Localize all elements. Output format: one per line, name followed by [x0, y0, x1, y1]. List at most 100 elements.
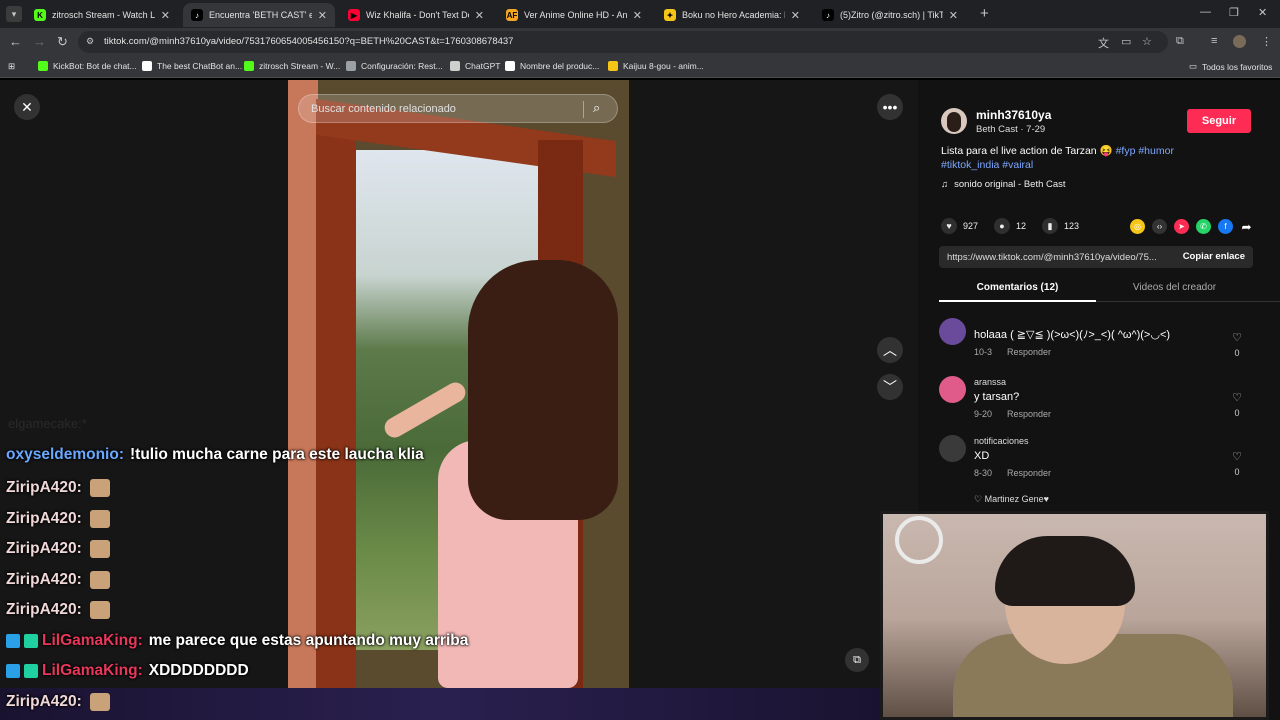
- menu-icon[interactable]: ⋮: [1261, 35, 1272, 48]
- reply-button[interactable]: Responder: [1007, 409, 1051, 419]
- tab-close-icon[interactable]: ✕: [633, 9, 642, 22]
- comment-button[interactable]: ● 12: [994, 218, 1026, 234]
- chat-username: oxyseldemonio:: [6, 446, 124, 463]
- miniplayer-button[interactable]: ⧉: [845, 648, 869, 672]
- next-video-button[interactable]: ﹀: [877, 374, 903, 400]
- comment-username[interactable]: notificaciones: [974, 436, 1029, 446]
- tab-close-icon[interactable]: ✕: [475, 9, 484, 22]
- emote-icon: [89, 601, 110, 619]
- facebook-icon[interactable]: f: [1218, 219, 1233, 234]
- browser-tab[interactable]: Kzitrosch Stream - Watch Live on ✕: [26, 3, 178, 27]
- bookmark-label: Configuración: Rest...: [361, 61, 443, 71]
- tab-title: Boku no Hero Academia: Final S: [682, 10, 785, 20]
- reply-button[interactable]: Responder: [1007, 347, 1051, 357]
- related-search-bar[interactable]: ⌕: [298, 94, 618, 123]
- browser-tab[interactable]: ✦ Boku no Hero Academia: Final S ✕: [656, 3, 808, 27]
- more-options-button[interactable]: •••: [877, 94, 903, 120]
- related-search-input[interactable]: [311, 101, 571, 117]
- search-divider: [583, 101, 584, 118]
- close-icon: ✕: [21, 98, 33, 115]
- restore-button[interactable]: ❐: [1229, 6, 1239, 19]
- bookmark-item[interactable]: zitrosch Stream - W...: [244, 61, 340, 71]
- sound-link[interactable]: ♫ sonido original - Beth Cast: [941, 179, 1066, 190]
- comment-avatar[interactable]: [939, 318, 966, 345]
- close-video-button[interactable]: ✕: [14, 94, 40, 120]
- bookmark-item[interactable]: KickBot: Bot de chat...: [38, 61, 137, 71]
- browser-tab[interactable]: ♪ Encuentra 'BETH CAST' en T ✕: [183, 3, 335, 27]
- video-link[interactable]: https://www.tiktok.com/@minh37610ya/vide…: [947, 252, 1167, 263]
- streamer-webcam: [880, 511, 1269, 720]
- tab-creator-videos[interactable]: Videos del creador: [1096, 282, 1253, 293]
- like-count: 927: [963, 221, 979, 231]
- hashtag-link[interactable]: #fyp: [1116, 145, 1136, 157]
- embed-icon[interactable]: ‹›: [1152, 219, 1167, 234]
- forward-button[interactable]: →: [33, 34, 46, 49]
- address-bar[interactable]: ⚙ tiktok.com/@minh37610ya/video/75317606…: [78, 31, 1168, 53]
- chat-message: ZiripA420:: [6, 538, 110, 560]
- heart-icon[interactable]: ♡: [1230, 450, 1244, 463]
- save-button[interactable]: ▮ 123: [1042, 218, 1079, 234]
- chat-text: me parece que estas apuntando muy arriba: [148, 632, 469, 649]
- comment-avatar[interactable]: [939, 376, 966, 403]
- bookmark-item[interactable]: Configuración: Rest...: [346, 61, 443, 71]
- comment-item: notificaciones XD 8-30 Responder ♡ 0: [939, 435, 1259, 491]
- share-arrow-icon[interactable]: ➦: [1239, 219, 1254, 234]
- comment-username[interactable]: aranssa: [974, 377, 1006, 387]
- comment-date: 10-3: [974, 347, 993, 357]
- whatsapp-icon[interactable]: ✆: [1196, 219, 1211, 234]
- heart-icon[interactable]: ♡: [1230, 391, 1244, 404]
- chevron-up-icon: ︿: [883, 342, 897, 358]
- tab-close-icon[interactable]: ✕: [949, 9, 958, 22]
- bookmark-item[interactable]: Kaijuu 8-gou - anim...: [608, 61, 704, 71]
- hashtag-link[interactable]: #tiktok_india: [941, 159, 999, 171]
- tab-search-icon[interactable]: ▾: [6, 6, 22, 22]
- bookmark-item[interactable]: The best ChatBot an...: [142, 61, 242, 71]
- creator-avatar[interactable]: [941, 108, 967, 134]
- webcam-ring-light: [895, 516, 943, 564]
- previous-video-button[interactable]: ︿: [877, 337, 903, 363]
- reply-button[interactable]: Responder: [1007, 468, 1051, 478]
- repost-icon[interactable]: ◎: [1130, 219, 1145, 234]
- like-button[interactable]: ♥ 927: [941, 218, 978, 234]
- browser-tab[interactable]: AF Ver Anime Online HD - AnimeF ✕: [498, 3, 650, 27]
- bookmark-item[interactable]: ChatGPT: [450, 61, 500, 71]
- active-tab-indicator: [939, 300, 1096, 302]
- search-icon[interactable]: ⌕: [593, 100, 600, 116]
- tab-comments[interactable]: Comentarios (12): [939, 282, 1096, 293]
- hashtag-link[interactable]: #vairal: [1002, 159, 1033, 171]
- comment-like-count: 0: [1234, 348, 1240, 358]
- reload-button[interactable]: ↻: [57, 34, 68, 50]
- browser-tab[interactable]: ♪ (5)Zitro (@zitro.sch) | TikTok ✕: [814, 3, 966, 27]
- close-window-button[interactable]: ✕: [1258, 6, 1267, 19]
- tab-favicon-icon: ♪: [191, 9, 203, 21]
- bookmark-star-icon[interactable]: ☆: [1142, 35, 1152, 48]
- minimize-button[interactable]: —: [1200, 6, 1211, 18]
- bookmark-favicon-icon: [38, 61, 48, 71]
- back-button[interactable]: ←: [9, 34, 22, 49]
- chat-message: LilGamaKing: XDDDDDDDD: [6, 660, 249, 682]
- copy-link-button[interactable]: Copiar enlace: [1183, 251, 1245, 262]
- bookmark-item[interactable]: Nombre del produc...: [505, 61, 599, 71]
- translate-icon[interactable]: 文: [1098, 35, 1109, 51]
- extensions-icon[interactable]: ⧉: [1176, 35, 1184, 48]
- creator-username[interactable]: minh37610ya: [976, 108, 1051, 122]
- tab-close-icon[interactable]: ✕: [318, 9, 327, 22]
- chat-username: ZiripA420:: [6, 601, 82, 618]
- cast-icon[interactable]: ▭: [1121, 35, 1131, 48]
- apps-icon[interactable]: ⊞: [8, 61, 15, 72]
- reading-list-icon[interactable]: ≡: [1211, 35, 1217, 47]
- chat-username: ZiripA420:: [6, 540, 82, 557]
- follow-button[interactable]: Seguir: [1187, 109, 1251, 133]
- bookmark-favicon-icon: [608, 61, 618, 71]
- browser-tab[interactable]: ▶ Wiz Khalifa - Don't Text Don't C ✕: [340, 3, 492, 27]
- heart-icon[interactable]: ♡: [1230, 331, 1244, 344]
- site-info-icon[interactable]: ⚙: [86, 36, 94, 47]
- all-bookmarks-folder[interactable]: ▭ Todos los favoritos: [1189, 61, 1272, 72]
- hashtag-link[interactable]: #humor: [1138, 145, 1174, 157]
- profile-avatar[interactable]: [1233, 35, 1246, 48]
- tab-close-icon[interactable]: ✕: [161, 9, 170, 22]
- send-icon[interactable]: ➤: [1174, 219, 1189, 234]
- new-tab-button[interactable]: +: [980, 5, 989, 22]
- comment-avatar[interactable]: [939, 435, 966, 462]
- tab-close-icon[interactable]: ✕: [791, 9, 800, 22]
